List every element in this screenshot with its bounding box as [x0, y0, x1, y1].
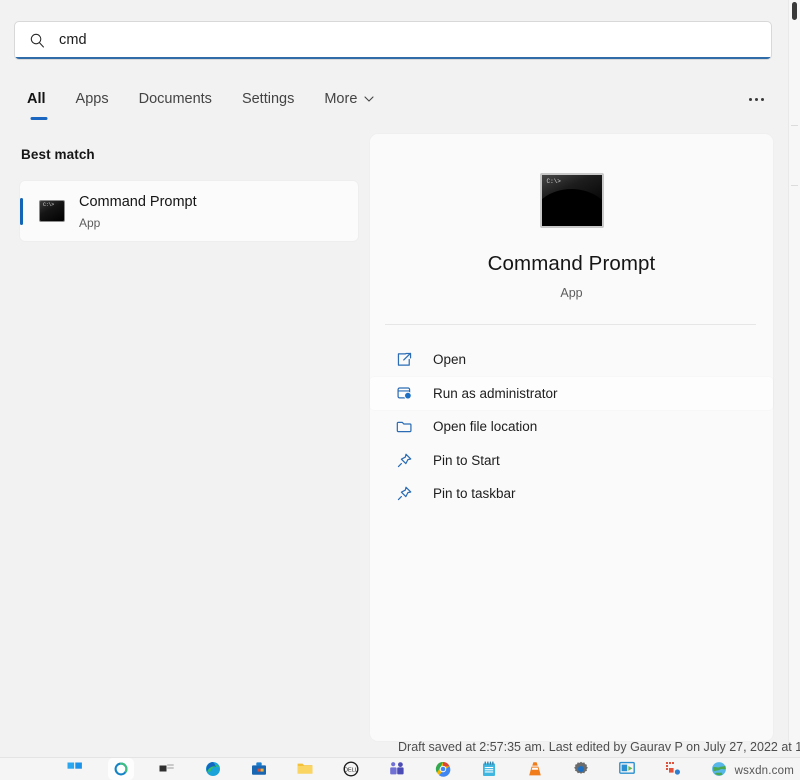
- ellipsis-dot: [755, 98, 758, 101]
- action-pin-to-taskbar[interactable]: Pin to taskbar: [370, 477, 773, 511]
- chevron-down-icon: [364, 96, 374, 103]
- search-input[interactable]: cmd: [14, 21, 772, 60]
- preview-action-list: Open Run as administrator Open file loca…: [370, 343, 773, 511]
- tab-more-label: More: [324, 91, 357, 107]
- globe-app-icon: [711, 761, 727, 777]
- vlc-icon: [528, 761, 542, 777]
- taskbar-settings-button[interactable]: [568, 758, 594, 780]
- notepad-icon: [482, 761, 496, 777]
- result-item-command-prompt[interactable]: C:\> Command Prompt App: [20, 181, 358, 241]
- best-match-heading: Best match: [21, 147, 95, 162]
- file-explorer-icon: [297, 761, 313, 775]
- folder-icon: [396, 418, 413, 435]
- windows-search-overlay: cmd All Apps Documents Settings More: [0, 0, 800, 780]
- preview-panel: C:\> Command Prompt App Open: [370, 134, 773, 741]
- taskbar-file-explorer-button[interactable]: [292, 758, 318, 780]
- search-focus-underline: [15, 57, 771, 59]
- watermark: wsxdn.com: [735, 765, 794, 777]
- icon-curve-decoration: [540, 189, 604, 228]
- taskbar-icon-group: DELL: [62, 758, 732, 780]
- edge-icon: [205, 761, 221, 777]
- overflow-menu-button[interactable]: [743, 88, 769, 110]
- taskbar-microsoft-store-button[interactable]: [246, 758, 272, 780]
- dell-icon: DELL: [343, 761, 359, 777]
- action-open-file-location-label: Open file location: [433, 419, 537, 434]
- action-pin-to-taskbar-label: Pin to taskbar: [433, 486, 516, 501]
- scrollbar-thumb[interactable]: [792, 2, 797, 20]
- media-player-icon: [619, 761, 635, 775]
- tab-all-label: All: [27, 91, 46, 107]
- teams-icon: [389, 761, 405, 776]
- filter-tabs: All Apps Documents Settings More: [17, 84, 389, 120]
- command-prompt-icon-glyph: C:\>: [43, 203, 54, 208]
- tab-apps-label: Apps: [76, 91, 109, 107]
- ellipsis-dot: [761, 98, 764, 101]
- document-status-strip: Draft saved at 2:57:35 am. Last edited b…: [0, 740, 800, 758]
- preview-app-title: Command Prompt: [370, 252, 773, 276]
- taskbar-task-view-button[interactable]: [154, 758, 180, 780]
- chrome-icon: [435, 761, 451, 777]
- preview-divider: [385, 324, 756, 325]
- command-prompt-icon: C:\>: [39, 200, 65, 222]
- action-open-label: Open: [433, 352, 466, 367]
- open-external-icon: [396, 351, 413, 368]
- tab-documents-label: Documents: [139, 91, 212, 107]
- taskbar: DELL: [0, 757, 800, 780]
- taskbar-media-player-button[interactable]: [614, 758, 640, 780]
- taskbar-globe-app-button[interactable]: [706, 758, 732, 780]
- action-open[interactable]: Open: [370, 343, 773, 377]
- pin-icon: [396, 452, 413, 469]
- task-view-icon: [159, 761, 175, 775]
- settings-gear-icon: [573, 761, 589, 777]
- selection-indicator: [20, 198, 23, 225]
- tab-apps[interactable]: Apps: [61, 84, 124, 114]
- tab-documents[interactable]: Documents: [124, 84, 227, 114]
- action-pin-to-start-label: Pin to Start: [433, 453, 500, 468]
- pin-icon: [396, 485, 413, 502]
- search-icon: [113, 761, 129, 777]
- taskbar-app-red-button[interactable]: [660, 758, 686, 780]
- scrollbar-tick: [791, 185, 798, 186]
- search-icon: [29, 32, 46, 49]
- action-run-as-administrator-label: Run as administrator: [433, 386, 558, 401]
- taskbar-notepad-button[interactable]: [476, 758, 502, 780]
- draft-saved-text: Draft saved at 2:57:35 am. Last edited b…: [398, 740, 800, 754]
- taskbar-chrome-button[interactable]: [430, 758, 456, 780]
- action-pin-to-start[interactable]: Pin to Start: [370, 444, 773, 478]
- tab-more[interactable]: More: [309, 84, 389, 114]
- action-run-as-administrator[interactable]: Run as administrator: [370, 377, 773, 411]
- action-open-file-location[interactable]: Open file location: [370, 410, 773, 444]
- tab-all[interactable]: All: [17, 84, 61, 114]
- shield-window-icon: [396, 385, 413, 402]
- microsoft-store-icon: [251, 761, 267, 776]
- tab-settings[interactable]: Settings: [227, 84, 309, 114]
- app-red-icon: [665, 761, 681, 776]
- scrollbar-tick: [791, 125, 798, 126]
- result-item-subtitle: App: [79, 216, 100, 230]
- search-input-value: cmd: [59, 33, 87, 48]
- taskbar-search-button[interactable]: [108, 758, 134, 780]
- tab-settings-label: Settings: [242, 91, 294, 107]
- taskbar-dell-button[interactable]: DELL: [338, 758, 364, 780]
- preview-app-subtitle: App: [370, 286, 773, 300]
- taskbar-teams-button[interactable]: [384, 758, 410, 780]
- preview-icon-glyph: C:\>: [547, 179, 561, 185]
- result-item-title: Command Prompt: [79, 194, 197, 210]
- taskbar-edge-button[interactable]: [200, 758, 226, 780]
- ellipsis-dot: [749, 98, 752, 101]
- page-scrollbar[interactable]: [788, 0, 800, 745]
- taskbar-start-button[interactable]: [62, 758, 88, 780]
- search-bar-container: cmd: [14, 21, 772, 60]
- svg-text:DELL: DELL: [344, 768, 358, 774]
- start-icon: [67, 761, 83, 777]
- taskbar-vlc-button[interactable]: [522, 758, 548, 780]
- preview-command-prompt-icon: C:\>: [540, 173, 604, 228]
- tab-active-indicator: [30, 117, 47, 120]
